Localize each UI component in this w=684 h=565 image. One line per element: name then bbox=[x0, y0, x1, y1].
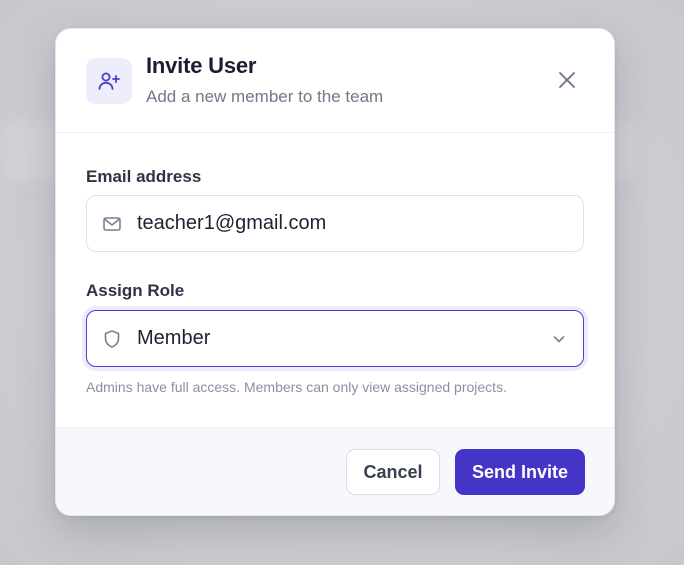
mail-icon bbox=[102, 214, 122, 234]
email-field-value[interactable]: teacher1@gmail.com bbox=[137, 212, 326, 235]
shield-icon bbox=[102, 329, 122, 349]
chevron-down-icon[interactable] bbox=[551, 331, 567, 347]
role-field-label: Assign Role bbox=[86, 281, 185, 300]
dialog-title: Invite User bbox=[146, 53, 257, 78]
user-plus-icon bbox=[86, 58, 132, 104]
dialog-footer: Cancel Send Invite bbox=[56, 427, 614, 515]
email-field[interactable]: teacher1@gmail.com bbox=[86, 195, 584, 252]
role-hint-text: Admins have full access. Members can onl… bbox=[86, 379, 507, 395]
role-select[interactable]: Member bbox=[86, 310, 584, 367]
send-invite-button[interactable]: Send Invite bbox=[455, 449, 585, 495]
close-button[interactable] bbox=[552, 65, 582, 95]
close-icon bbox=[559, 72, 575, 88]
invite-user-dialog: Invite User Add a new member to the team… bbox=[55, 28, 615, 516]
cancel-button[interactable]: Cancel bbox=[346, 449, 440, 495]
role-select-value[interactable]: Member bbox=[137, 327, 210, 350]
email-field-label: Email address bbox=[86, 167, 202, 186]
dialog-header: Invite User Add a new member to the team bbox=[56, 29, 614, 133]
dialog-subtitle: Add a new member to the team bbox=[146, 87, 384, 106]
